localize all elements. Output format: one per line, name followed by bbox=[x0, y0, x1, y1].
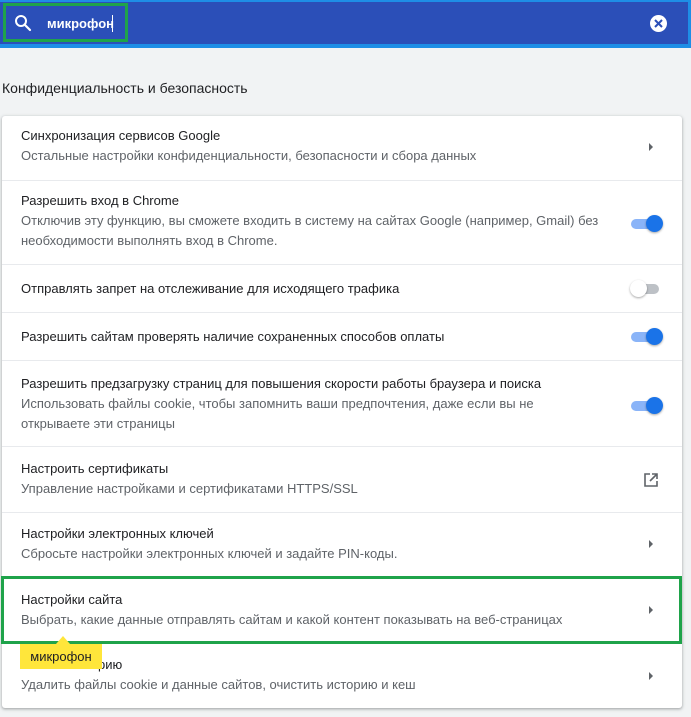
row-subtitle-line1: Использовать файлы cookie, чтобы запомни… bbox=[21, 396, 534, 411]
row-certificates[interactable]: Настроить сертификаты Управление настрой… bbox=[2, 446, 682, 512]
open-in-new-icon[interactable] bbox=[643, 472, 659, 488]
close-icon bbox=[654, 19, 663, 28]
row-subtitle: Сбросьте настройки электронных ключей и … bbox=[21, 546, 398, 561]
clear-search-button[interactable] bbox=[650, 15, 667, 32]
row-subtitle: Управление настройками и сертификатами H… bbox=[21, 481, 358, 496]
privacy-settings-card: Синхронизация сервисов Google Остальные … bbox=[2, 116, 682, 708]
row-payment-methods: Разрешить сайтам проверять наличие сохра… bbox=[2, 312, 682, 360]
section-title: Конфиденциальность и безопасность bbox=[2, 80, 248, 96]
row-title: Синхронизация сервисов Google bbox=[21, 128, 221, 143]
row-google-sync[interactable]: Синхронизация сервисов Google Остальные … bbox=[2, 116, 682, 180]
toggle-do-not-track[interactable] bbox=[630, 280, 663, 298]
chevron-right-icon[interactable] bbox=[647, 142, 655, 152]
row-security-keys[interactable]: Настройки электронных ключей Сбросьте на… bbox=[2, 512, 682, 576]
row-title: Настройки сайта bbox=[21, 592, 123, 607]
row-subtitle: Остальные настройки конфиденциальности, … bbox=[21, 148, 477, 163]
tooltip-tail bbox=[56, 636, 70, 644]
row-title: рию bbox=[98, 657, 123, 672]
row-title: Настройки электронных ключей bbox=[21, 526, 214, 541]
toggle-allow-chrome-signin[interactable] bbox=[631, 215, 663, 233]
row-preload-pages: Разрешить предзагрузку страниц для повыш… bbox=[2, 360, 682, 446]
search-match-tooltip: микрофон bbox=[20, 644, 102, 669]
row-do-not-track: Отправлять запрет на отслеживание для ис… bbox=[2, 264, 682, 312]
row-title: Отправлять запрет на отслеживание для ис… bbox=[21, 281, 400, 296]
row-title: Разрешить предзагрузку страниц для повыш… bbox=[21, 376, 542, 391]
search-highlight-frame bbox=[3, 3, 128, 42]
toggle-payment-methods[interactable] bbox=[631, 328, 663, 346]
chevron-right-icon[interactable] bbox=[647, 605, 655, 615]
row-site-settings[interactable]: Настройки сайта Выбрать, какие данные от… bbox=[2, 576, 682, 642]
chevron-right-icon[interactable] bbox=[647, 539, 655, 549]
row-clear-history[interactable]: рию Удалить файлы cookie и данные сайтов… bbox=[2, 642, 682, 708]
row-subtitle: Выбрать, какие данные отправлять сайтам … bbox=[21, 612, 563, 627]
row-title: Разрешить вход в Chrome bbox=[21, 193, 179, 208]
chevron-right-icon[interactable] bbox=[647, 671, 655, 681]
row-subtitle-line2: открываете эти страницы bbox=[21, 416, 175, 431]
row-subtitle-line2: необходимости выполнять вход в Chrome. bbox=[21, 233, 278, 248]
row-subtitle: Удалить файлы cookie и данные сайтов, оч… bbox=[21, 677, 416, 692]
toggle-preload-pages[interactable] bbox=[631, 397, 663, 415]
row-allow-chrome-signin: Разрешить вход в Chrome Отключив эту фун… bbox=[2, 180, 682, 264]
row-title: Настроить сертификаты bbox=[21, 461, 169, 476]
row-subtitle-line1: Отключив эту функцию, вы сможете входить… bbox=[21, 213, 599, 228]
row-title: Разрешить сайтам проверять наличие сохра… bbox=[21, 329, 445, 344]
